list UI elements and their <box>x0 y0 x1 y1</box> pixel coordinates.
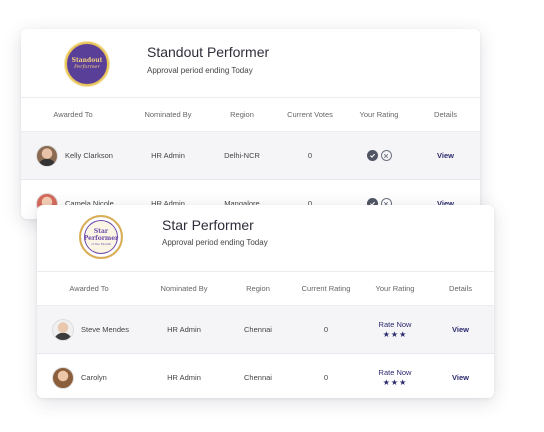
table-row: Kelly Clarkson HR Admin Delhi-NCR 0 View <box>21 132 480 180</box>
approval-period: Approval period ending Today <box>147 66 253 75</box>
star-icon[interactable]: ★★★ <box>383 378 408 388</box>
awarded-to-cell: Kelly Clarkson <box>36 132 136 179</box>
star-performer-badge: Star Performer of the Month <box>79 215 123 259</box>
avatar <box>52 366 74 389</box>
col-current-votes: Current Votes <box>287 110 333 119</box>
badge-title: Star Performer <box>83 228 119 242</box>
rate-now-label[interactable]: Rate Now <box>379 368 412 378</box>
card-header: Star Performer of the Month Star Performe… <box>37 205 494 271</box>
region: Chennai <box>244 373 272 382</box>
avatar <box>36 144 58 167</box>
standout-performer-badge: Standout Performer <box>65 42 109 86</box>
nominated-by: HR Admin <box>167 373 201 382</box>
col-awarded-to: Awarded To <box>69 284 109 293</box>
star-performer-card: Star Performer of the Month Star Performe… <box>37 205 494 398</box>
nominee-name: Carolyn <box>81 373 107 382</box>
current-rating: 0 <box>323 325 329 334</box>
region: Chennai <box>244 325 272 334</box>
region: Delhi-NCR <box>224 151 260 160</box>
col-awarded-to: Awarded To <box>53 110 93 119</box>
col-your-rating: Your Rating <box>375 284 415 293</box>
approval-period: Approval period ending Today <box>162 238 268 247</box>
nominee-name: Steve Mendes <box>81 325 129 334</box>
col-nominated-by: Nominated By <box>144 110 192 119</box>
col-region: Region <box>230 110 254 119</box>
avatar <box>52 318 74 341</box>
col-details: Details <box>449 284 472 293</box>
rate-now[interactable]: Rate Now ★★★ <box>363 306 427 353</box>
view-link[interactable]: View <box>452 373 469 382</box>
card-header: Standout Performer Standout Performer App… <box>21 29 480 97</box>
table-row: Steve Mendes HR Admin Chennai 0 Rate Now… <box>37 306 494 354</box>
check-circle-icon[interactable] <box>366 150 378 161</box>
table-header: Awarded To Nominated By Region Current R… <box>37 271 494 306</box>
table-row: Carolyn HR Admin Chennai 0 Rate Now ★★★ … <box>37 354 494 398</box>
table-header: Awarded To Nominated By Region Current V… <box>21 97 480 132</box>
rating-actions <box>347 132 411 179</box>
award-title: Star Performer <box>162 217 254 233</box>
current-votes: 0 <box>307 151 313 160</box>
badge-subtitle: of the Month <box>91 242 111 246</box>
current-rating: 0 <box>323 373 329 382</box>
badge-subtitle: Performer <box>74 64 100 70</box>
award-title: Standout Performer <box>147 44 270 60</box>
standout-performer-card: Standout Performer Standout Performer App… <box>21 29 480 219</box>
star-icon[interactable]: ★★★ <box>383 330 408 340</box>
nominee-name: Kelly Clarkson <box>65 151 113 160</box>
col-region: Region <box>246 284 270 293</box>
col-current-rating: Current Rating <box>301 284 351 293</box>
rate-now[interactable]: Rate Now ★★★ <box>363 354 427 398</box>
awarded-to-cell: Carolyn <box>52 354 152 398</box>
nominated-by: HR Admin <box>167 325 201 334</box>
col-your-rating: Your Rating <box>359 110 399 119</box>
col-details: Details <box>434 110 457 119</box>
view-link[interactable]: View <box>437 151 454 160</box>
awarded-to-cell: Steve Mendes <box>52 306 152 353</box>
x-circle-icon[interactable] <box>380 150 392 161</box>
view-link[interactable]: View <box>452 325 469 334</box>
col-nominated-by: Nominated By <box>160 284 208 293</box>
rate-now-label[interactable]: Rate Now <box>379 320 412 330</box>
nominated-by: HR Admin <box>151 151 185 160</box>
